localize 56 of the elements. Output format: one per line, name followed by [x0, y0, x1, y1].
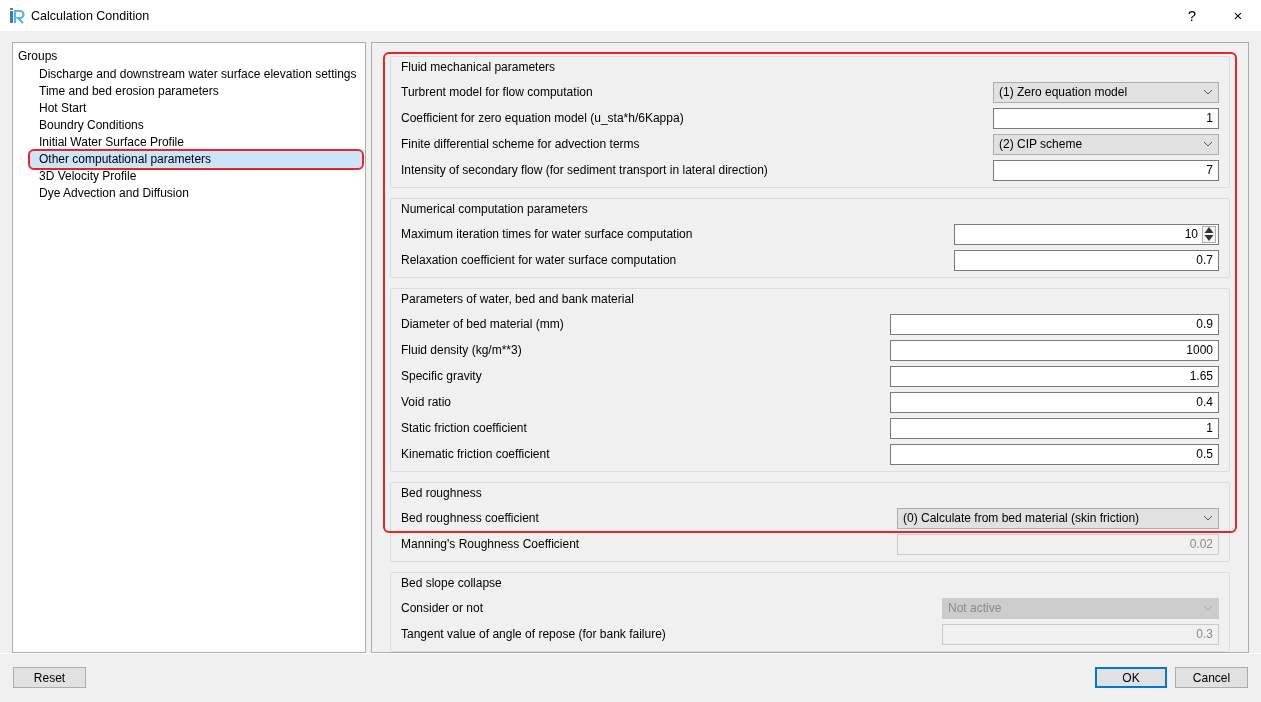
field-label: Consider or not: [401, 601, 485, 615]
app-logo-icon: [9, 7, 25, 24]
cancel-button[interactable]: Cancel: [1175, 667, 1248, 688]
list-item[interactable]: Boundry Conditions: [33, 117, 150, 134]
down-arrow-icon: [1204, 234, 1214, 241]
reset-button[interactable]: Reset: [13, 667, 86, 688]
field-label: Specific gravity: [401, 369, 483, 383]
input-field[interactable]: 0.4: [890, 391, 1219, 413]
input-field[interactable]: 1: [993, 107, 1219, 129]
dropdown[interactable]: (0) Calculate from bed material (skin friction): [897, 507, 1219, 529]
chevron-icon: [1203, 515, 1213, 521]
chevron-icon: [1203, 141, 1213, 147]
field-label: Static friction coefficient: [401, 421, 528, 435]
field-label: Turbrent model for flow computation: [401, 85, 594, 99]
group-title: Parameters of water, bed and bank material: [401, 291, 635, 307]
input-field[interactable]: 1: [890, 417, 1219, 439]
help-button[interactable]: ?: [1169, 0, 1215, 31]
list-item[interactable]: Discharge and downstream water surface elevation settings: [33, 66, 363, 83]
chevron-icon: [1203, 89, 1213, 95]
input-field[interactable]: 1000: [890, 339, 1219, 361]
field-label: Diameter of bed material (mm): [401, 317, 565, 331]
group-title: Bed roughness: [401, 485, 483, 501]
list-item[interactable]: Hot Start: [33, 100, 93, 117]
field-label: Tangent value of angle of repose (for bank failure): [401, 627, 667, 641]
group-title: Numerical computation parameters: [401, 201, 589, 217]
ok-button[interactable]: OK: [1095, 667, 1167, 688]
field-label: Void ratio: [401, 395, 453, 409]
field-label: Intensity of secondary flow (for sediment transport in lateral direction): [401, 163, 769, 177]
field-label: Kinematic friction coefficient: [401, 447, 551, 461]
field-label: Maximum iteration times for water surface computation: [401, 227, 694, 241]
field-label: Manning's Roughness Coefficient: [401, 537, 581, 551]
input-field[interactable]: 1.65: [890, 365, 1219, 387]
up-arrow-icon: [1204, 227, 1214, 234]
window-title: Calculation Condition: [31, 8, 151, 23]
field-label: Fluid density (kg/m**3): [401, 343, 523, 357]
field-label: Coefficient for zero equation model (u_sta*h/6Kappa): [401, 111, 685, 125]
dropdown[interactable]: (2) CIP scheme: [993, 133, 1219, 155]
list-item[interactable]: Initial Water Surface Profile: [33, 134, 190, 151]
group-title: Fluid mechanical parameters: [401, 59, 557, 75]
spin-box[interactable]: 10: [954, 223, 1219, 245]
list-item[interactable]: Other computational parameters: [30, 151, 362, 168]
field-label: Finite differential scheme for advection terms: [401, 137, 641, 151]
input-field[interactable]: 0.9: [890, 313, 1219, 335]
dropdown[interactable]: (1) Zero equation model: [993, 81, 1219, 103]
field-label: Relaxation coefficient for water surface computation: [401, 253, 678, 267]
close-button[interactable]: ×: [1215, 0, 1261, 31]
input-field[interactable]: 7: [993, 159, 1219, 181]
group-title: Bed slope collapse: [401, 575, 503, 591]
list-item[interactable]: 3D Velocity Profile: [33, 168, 143, 185]
list-item[interactable]: Time and bed erosion parameters: [33, 83, 225, 100]
input-field[interactable]: 0.7: [954, 249, 1219, 271]
list-item[interactable]: Dye Advection and Diffusion: [33, 185, 195, 202]
chevron-icon: [1203, 605, 1213, 611]
field-label: Bed roughness coefficient: [401, 511, 540, 525]
list-heading: Groups: [17, 48, 59, 65]
input-field[interactable]: 0.5: [890, 443, 1219, 465]
